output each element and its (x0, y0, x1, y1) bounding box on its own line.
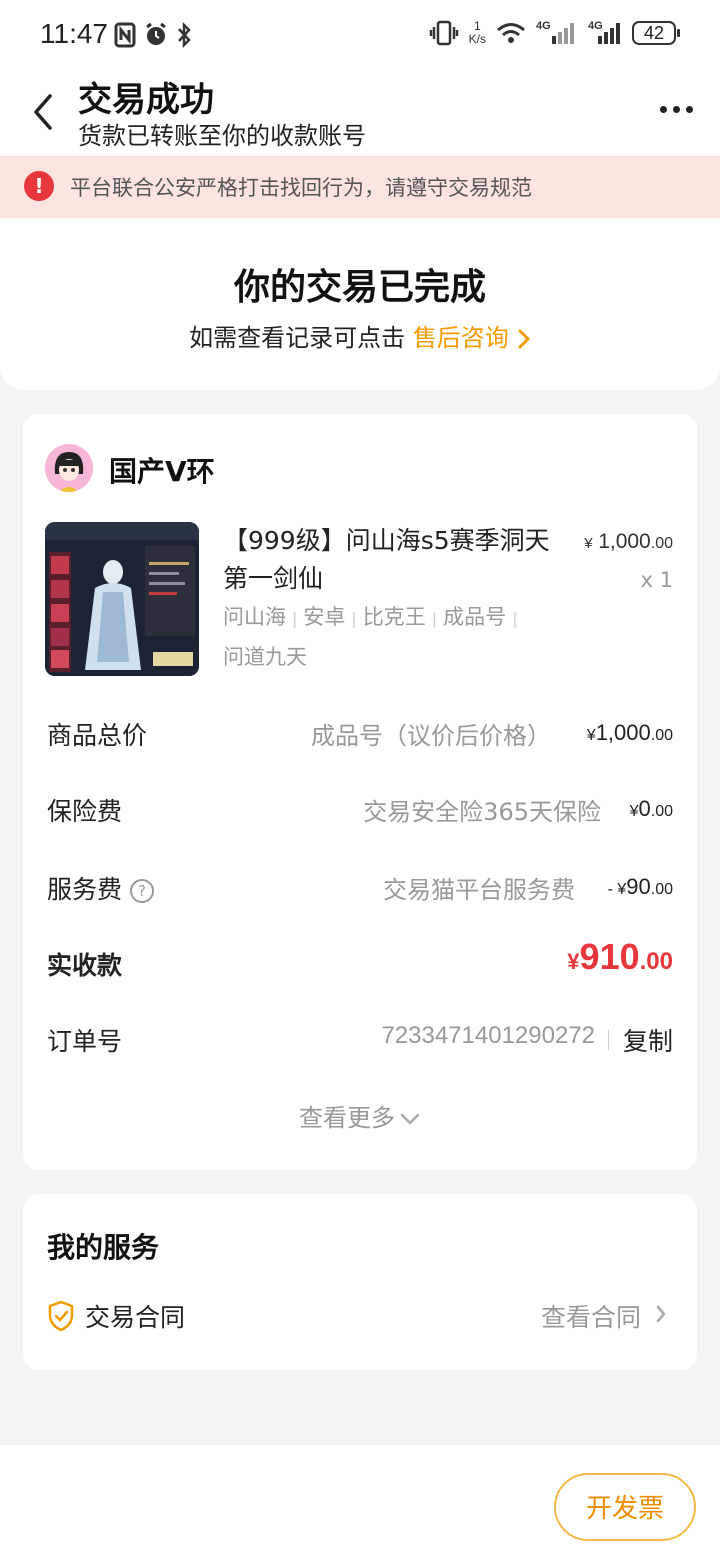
order-number: 7233471401290272 (381, 1022, 595, 1049)
insurance-amount: ¥0.00 (629, 796, 673, 821)
divider (608, 1030, 609, 1050)
invoice-button[interactable]: 开发票 (554, 1473, 696, 1541)
signal-icon-sim1: 4G (536, 20, 578, 46)
dot-icon (673, 105, 680, 113)
notice-text: 平台联合公安严格打击找回行为，请遵守交易规范 (70, 176, 532, 200)
completion-title: 你的交易已完成 (233, 267, 486, 308)
order-number-row: 订单号 7233471401290272 复制 (47, 1022, 673, 1058)
product-price: ¥ 1,000.00 (584, 530, 673, 553)
service-fee-row: 服务费? 交易猫平台服务费 - ¥90.00 (47, 874, 673, 904)
nfc-icon (114, 22, 136, 48)
seller-name[interactable]: 国产V环 (109, 450, 215, 490)
dot-icon (686, 105, 693, 113)
tag-item: 成品号 (443, 605, 507, 629)
contract-label: 交易合同 (85, 1303, 186, 1332)
status-time: 11:47 (40, 18, 108, 49)
completion-subtitle: 如需查看记录可点击 售后咨询 (0, 318, 720, 353)
status-bar: 11:47 1 K/s 4G 4G 42 (0, 0, 720, 70)
page-header: 交易成功 货款已转账至你的收款账号 (0, 70, 720, 156)
order-card: 国产V环 【999级】问山海s5赛季洞天第一剑仙 ¥ 1,000.00 x 1 … (23, 414, 697, 1170)
my-services-card: 我的服务 交易合同 查看合同 (23, 1194, 697, 1370)
seller-avatar[interactable] (45, 444, 93, 492)
tag-item: 安卓 (303, 605, 346, 629)
chevron-left-icon (34, 94, 52, 130)
net-speed: 1 K/s (468, 19, 486, 46)
page-title: 交易成功 (78, 80, 214, 120)
security-notice: ! 平台联合公安严格打击找回行为，请遵守交易规范 (0, 156, 720, 218)
back-button[interactable] (28, 92, 58, 132)
product-quantity: x 1 (640, 568, 673, 592)
warning-icon: ! (24, 171, 54, 201)
signal-icon-sim2: 4G (588, 20, 622, 46)
completion-card: 你的交易已完成 如需查看记录可点击 售后咨询 (0, 218, 720, 390)
after-sales-link[interactable]: 售后咨询 (413, 324, 531, 352)
chevron-right-icon (518, 329, 530, 349)
wifi-icon (496, 21, 526, 45)
alarm-icon (144, 22, 168, 48)
page-subtitle: 货款已转账至你的收款账号 (78, 122, 366, 150)
vibrate-icon (429, 20, 459, 46)
service-fee-amount: - ¥90.00 (607, 874, 673, 899)
chevron-right-icon[interactable] (655, 1304, 667, 1324)
received-amount: ¥910.00 (567, 936, 673, 977)
tag-item: 问道九天 (223, 645, 307, 669)
tag-item: 问山海 (223, 605, 286, 629)
chevron-down-icon (400, 1113, 420, 1125)
bottom-action-bar: 开发票 (0, 1444, 720, 1561)
bluetooth-icon (176, 22, 192, 48)
services-title: 我的服务 (47, 1231, 160, 1264)
goods-total-amount: ¥1,000.00 (586, 720, 673, 745)
more-options-button[interactable] (660, 94, 696, 124)
dot-icon (660, 105, 667, 113)
copy-button[interactable]: 复制 (623, 1022, 673, 1058)
tag-item: 比克王 (362, 605, 426, 629)
insurance-row: 保险费 交易安全险365天保险 ¥0.00 (47, 796, 673, 826)
view-contract-link[interactable]: 查看合同 (541, 1298, 641, 1334)
battery-indicator: 42 (632, 21, 680, 45)
help-icon[interactable]: ? (130, 879, 155, 903)
received-row: 实收款 ¥910.00 (47, 936, 673, 980)
product-tags: 问山海 | 安卓 | 比克王 | 成品号 | 问道九天 (223, 605, 518, 669)
shield-check-icon (48, 1300, 74, 1332)
see-more-button[interactable]: 查看更多 (23, 1098, 697, 1133)
product-title[interactable]: 【999级】问山海s5赛季洞天第一剑仙 (223, 522, 563, 598)
goods-total-row: 商品总价 成品号（议价后价格） ¥1,000.00 (47, 720, 673, 750)
product-thumbnail[interactable] (45, 522, 199, 676)
